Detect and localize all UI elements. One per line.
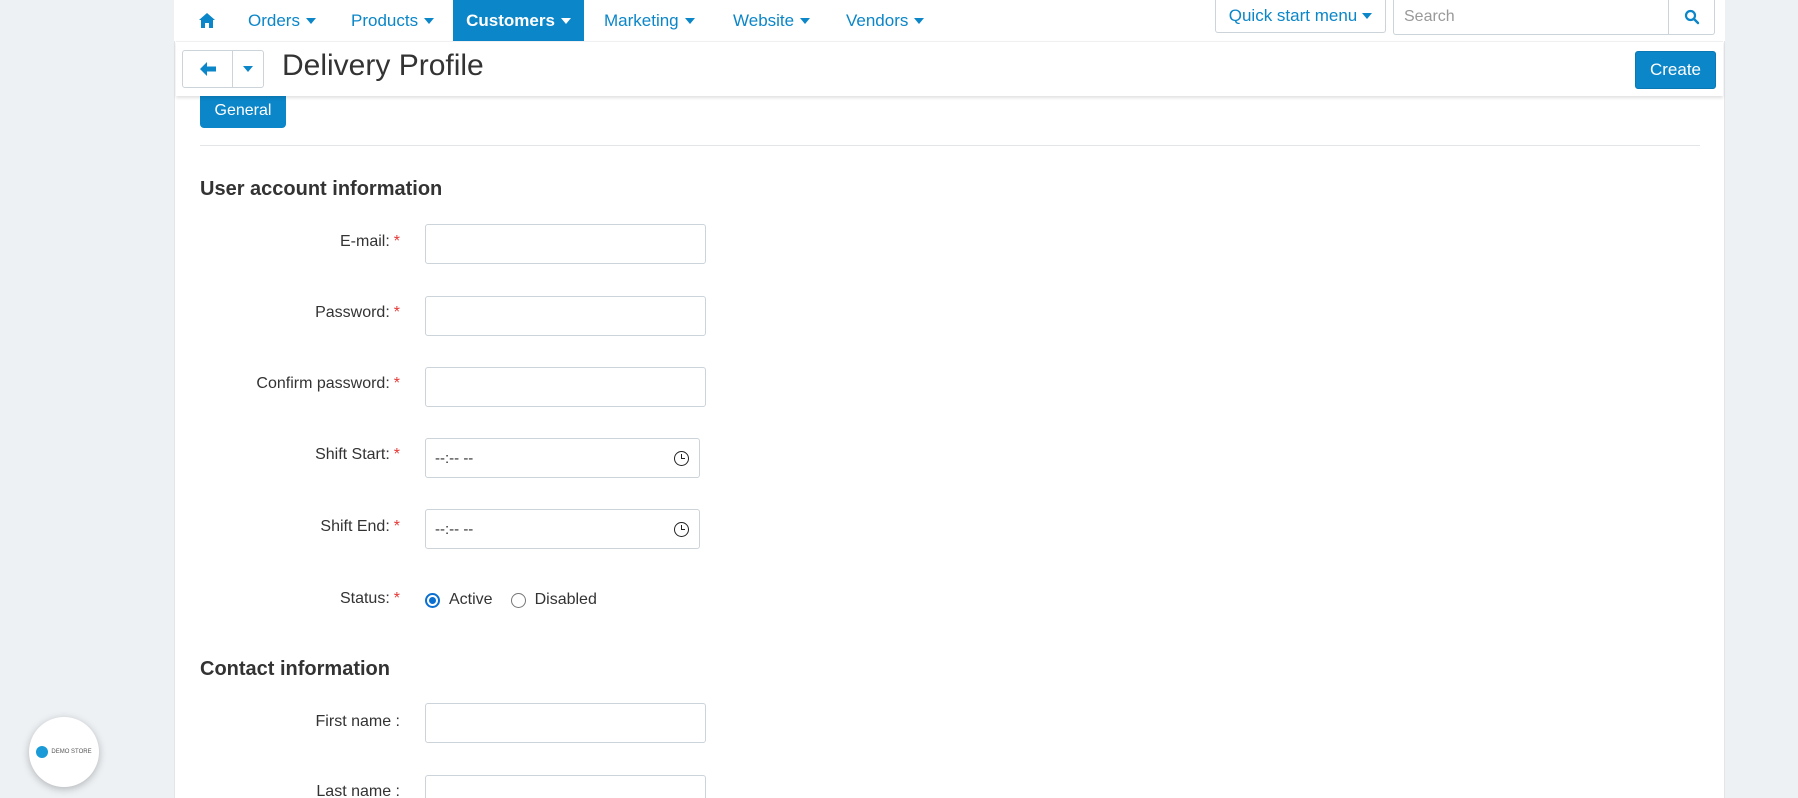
- nav-products-label: Products: [351, 10, 419, 30]
- status-label-text: Status:: [339, 590, 390, 607]
- quick-start-menu-button[interactable]: Quick start menu: [1215, 0, 1386, 33]
- tab-general[interactable]: General: [200, 93, 286, 128]
- chevron-down-icon: [560, 17, 571, 24]
- nav-customers[interactable]: Customers: [453, 0, 584, 41]
- shift-end-time-input[interactable]: --:-- --: [425, 509, 700, 549]
- nav-marketing-label: Marketing: [604, 10, 679, 30]
- status-label: Status: *: [0, 590, 400, 608]
- quick-start-label: Quick start menu: [1228, 6, 1358, 25]
- section-title-contact: Contact information: [200, 658, 390, 680]
- required-mark: *: [393, 518, 400, 535]
- shift-end-label-text: Shift End:: [320, 518, 390, 535]
- last-name-label-text: Last name :: [316, 783, 400, 798]
- nav-customers-label: Customers: [466, 10, 555, 30]
- chevron-down-icon: [914, 17, 925, 24]
- shift-start-time-input[interactable]: --:-- --: [425, 438, 700, 478]
- nav-orders[interactable]: Orders: [248, 0, 316, 41]
- nav-orders-label: Orders: [248, 10, 300, 30]
- nav-marketing[interactable]: Marketing: [604, 0, 695, 41]
- shift-start-label-text: Shift Start:: [315, 446, 390, 463]
- nav-vendors-label: Vendors: [846, 10, 909, 30]
- main-panel: [174, 0, 1725, 798]
- last-name-field[interactable]: [425, 775, 706, 798]
- chevron-down-icon: [1362, 13, 1373, 19]
- back-button[interactable]: [183, 51, 233, 87]
- password-field[interactable]: [425, 296, 706, 336]
- status-active-label[interactable]: Active: [449, 591, 493, 609]
- chevron-down-icon: [243, 66, 253, 72]
- section-title-account: User account information: [200, 178, 443, 200]
- chevron-down-icon: [305, 17, 316, 24]
- shift-end-label: Shift End: *: [0, 518, 400, 536]
- status-active-radio[interactable]: [425, 592, 440, 608]
- demo-store-badge[interactable]: DEMO STORE: [29, 717, 99, 787]
- history-dropdown-button[interactable]: [233, 51, 263, 87]
- status-disabled-label[interactable]: Disabled: [535, 591, 597, 609]
- chevron-down-icon: [424, 17, 435, 24]
- status-disabled-radio[interactable]: [510, 592, 526, 608]
- demo-store-text: DEMO STORE: [51, 749, 92, 755]
- nav-vendors[interactable]: Vendors: [846, 0, 925, 41]
- confirm-password-label-text: Confirm password:: [256, 375, 390, 392]
- status-radio-group: Active Disabled: [425, 590, 615, 610]
- search-input[interactable]: [1394, 0, 1668, 34]
- back-button-group: [182, 50, 264, 88]
- search-icon: [1684, 9, 1699, 25]
- page-title: Delivery Profile: [282, 49, 484, 82]
- chevron-down-icon: [684, 17, 695, 24]
- top-navigation: Orders Products Customers Marketing Webs…: [174, 0, 1725, 41]
- chevron-down-icon: [800, 17, 811, 24]
- required-mark: *: [393, 233, 400, 250]
- shift-start-label: Shift Start: *: [0, 446, 400, 464]
- title-bar: Delivery Profile Create: [176, 41, 1723, 96]
- divider: [200, 145, 1700, 146]
- first-name-field[interactable]: [425, 703, 706, 743]
- nav-products[interactable]: Products: [351, 0, 435, 41]
- home-icon[interactable]: [192, 0, 222, 41]
- store-logo-icon: [36, 746, 49, 758]
- shift-start-placeholder: --:-- --: [435, 449, 474, 467]
- required-mark: *: [393, 590, 400, 607]
- required-mark: *: [393, 304, 400, 321]
- nav-website[interactable]: Website: [733, 0, 811, 41]
- arrow-left-icon: [199, 62, 216, 76]
- required-mark: *: [393, 375, 400, 392]
- password-label: Password: *: [0, 304, 400, 322]
- nav-website-label: Website: [733, 10, 795, 30]
- first-name-label-text: First name :: [315, 713, 400, 730]
- search-box: [1393, 0, 1715, 35]
- confirm-password-field[interactable]: [425, 367, 706, 407]
- create-button[interactable]: Create: [1635, 51, 1716, 89]
- clock-icon[interactable]: [674, 521, 689, 537]
- password-label-text: Password:: [315, 304, 390, 321]
- clock-icon[interactable]: [674, 450, 689, 466]
- confirm-password-label: Confirm password: *: [0, 375, 400, 393]
- required-mark: *: [393, 446, 400, 463]
- search-button[interactable]: [1668, 0, 1714, 34]
- email-label: E-mail: *: [0, 233, 400, 251]
- email-field[interactable]: [425, 224, 706, 264]
- shift-end-placeholder: --:-- --: [435, 520, 474, 538]
- email-label-text: E-mail:: [339, 233, 390, 250]
